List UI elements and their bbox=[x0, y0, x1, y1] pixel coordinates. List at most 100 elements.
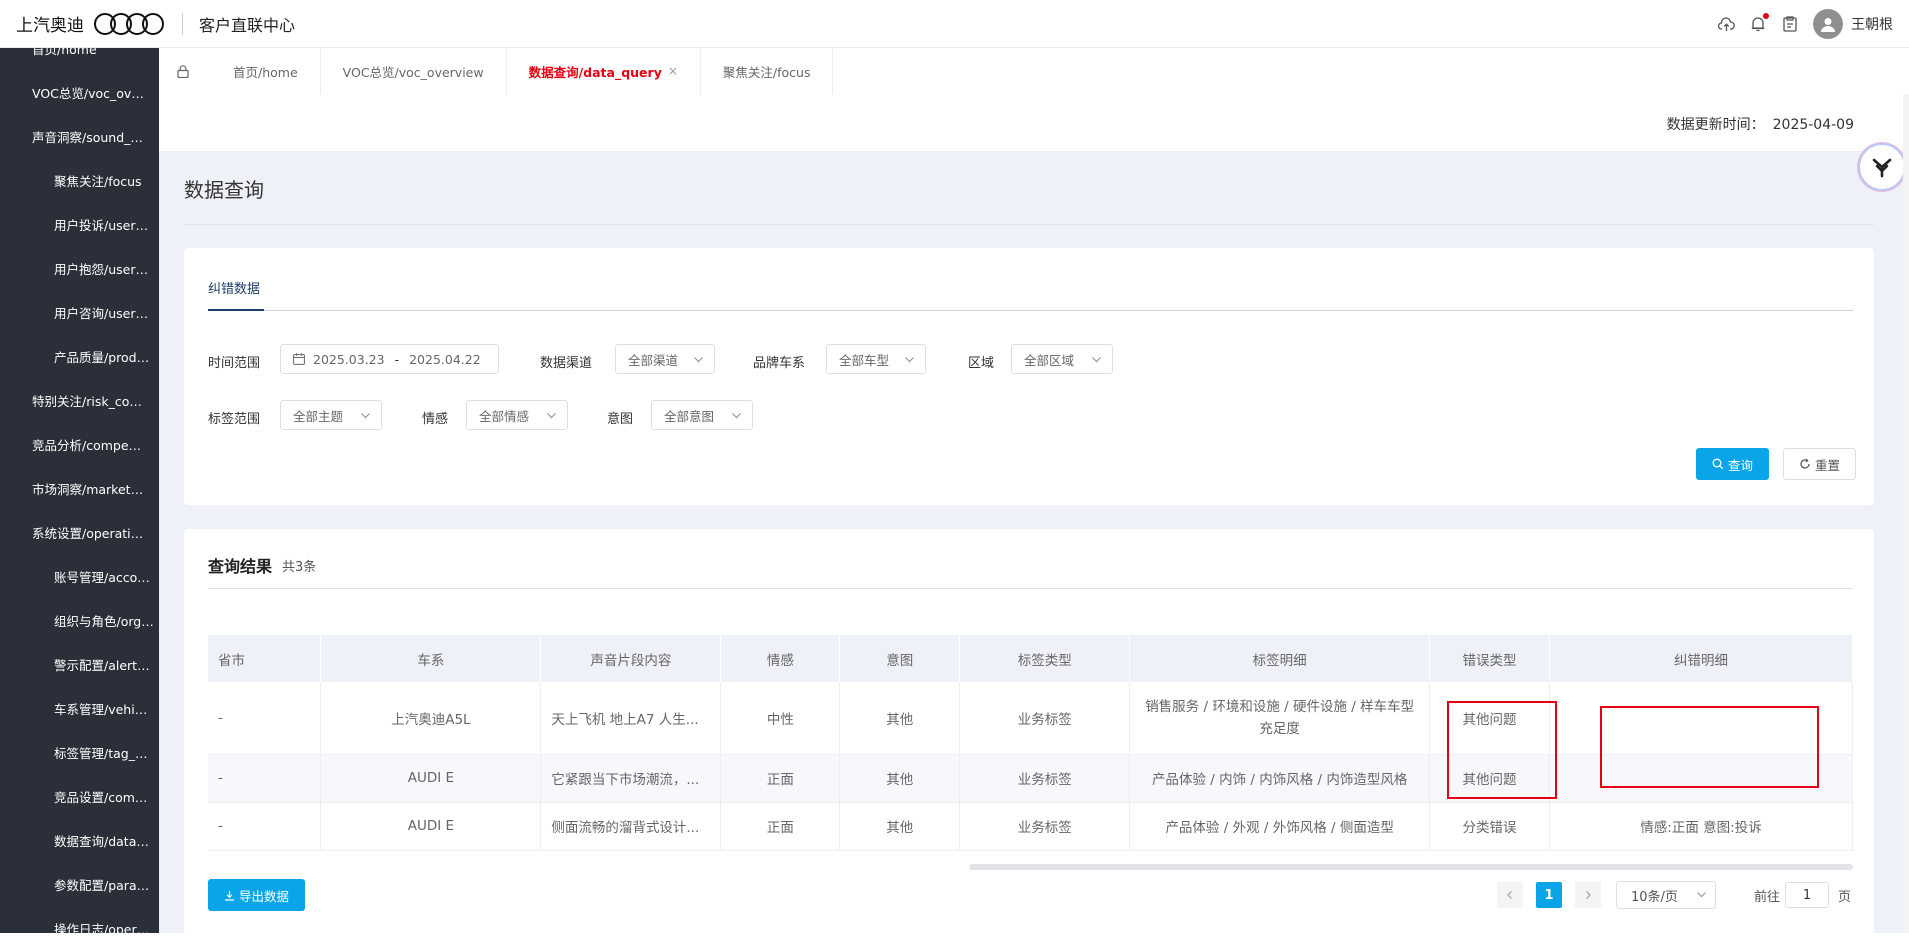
user-avatar-icon[interactable] bbox=[1813, 9, 1843, 39]
region-label: 区域 bbox=[968, 356, 995, 371]
table-horizontal-scrollbar[interactable] bbox=[969, 864, 1853, 870]
tabs-bar: 首页/home VOC总览/voc_overview 数据查询/data_que… bbox=[159, 48, 1909, 94]
bell-icon[interactable] bbox=[1749, 13, 1769, 33]
tag-range-select[interactable]: 全部主题 bbox=[280, 400, 382, 430]
region-select[interactable]: 全部区域 bbox=[1011, 344, 1113, 374]
col-header-content[interactable]: 声音片段内容 bbox=[540, 635, 722, 682]
sidebar-item-alert-config[interactable]: 警示配置/alert_config bbox=[0, 642, 159, 686]
col-header-emotion[interactable]: 情感 bbox=[720, 635, 841, 682]
sidebar-item-operation-setting[interactable]: 系统设置/operation_setting bbox=[0, 510, 159, 554]
refresh-icon bbox=[1800, 458, 1810, 469]
update-time-value: 2025-04-09 bbox=[1772, 117, 1854, 133]
col-header-series[interactable]: 车系 bbox=[320, 635, 542, 682]
brand-name: 上汽奥迪 bbox=[16, 16, 84, 36]
app-title: 客户直联中心 bbox=[199, 15, 296, 35]
sidebar-item-focus[interactable]: 聚焦关注/focus bbox=[0, 158, 159, 202]
user-name[interactable]: 王朝根 bbox=[1851, 14, 1893, 34]
header-divider bbox=[182, 12, 183, 35]
tab-voc-overview[interactable]: VOC总览/voc_overview bbox=[319, 48, 506, 94]
cell-tag-type: 业务标签 bbox=[959, 754, 1131, 803]
notification-dot bbox=[1763, 13, 1769, 19]
subtab-active-indicator bbox=[208, 309, 264, 311]
results-count: 共3条 bbox=[282, 560, 317, 575]
goto-label: 前往 bbox=[1754, 889, 1781, 905]
sidebar-item-param-config[interactable]: 参数配置/param_config bbox=[0, 862, 159, 906]
chevron-down-icon bbox=[693, 353, 704, 368]
channel-label: 数据渠道 bbox=[540, 356, 593, 371]
time-range-label: 时间范围 bbox=[208, 356, 261, 371]
sidebar-item-tag-manage[interactable]: 标签管理/tag_manage bbox=[0, 730, 159, 774]
cloud-upload-icon[interactable] bbox=[1717, 15, 1735, 33]
sidebar-item-home[interactable]: 首页/home bbox=[0, 48, 159, 70]
assistant-float-button[interactable] bbox=[1860, 145, 1904, 189]
query-button-label: 查询 bbox=[1727, 457, 1753, 473]
emotion-value: 全部情感 bbox=[479, 408, 530, 424]
cell-content[interactable]: 它紧跟当下市场潮流，... bbox=[540, 754, 722, 803]
lock-icon[interactable] bbox=[177, 64, 193, 78]
chevron-down-icon bbox=[360, 409, 371, 424]
channel-value: 全部渠道 bbox=[628, 352, 679, 368]
prev-page-button[interactable] bbox=[1497, 882, 1523, 908]
sidebar-item-account[interactable]: 账号管理/account bbox=[0, 554, 159, 598]
chevron-down-icon bbox=[1091, 353, 1102, 368]
sidebar-item-vehicle-series[interactable]: 车系管理/vehicle_series bbox=[0, 686, 159, 730]
col-header-province[interactable]: 省市 bbox=[208, 635, 322, 682]
col-header-tag-type[interactable]: 标签类型 bbox=[959, 635, 1131, 682]
date-start: 2025.03.23 bbox=[313, 351, 385, 367]
top-header: 上汽奥迪 客户直联中心 王朝根 bbox=[0, 0, 1909, 48]
table-row[interactable]: - AUDI E 侧面流畅的溜背式设计... 正面 其他 业务标签 产品体验 /… bbox=[208, 802, 1853, 851]
export-button[interactable]: 导出数据 bbox=[208, 879, 305, 911]
intent-select[interactable]: 全部意图 bbox=[651, 400, 753, 430]
cell-tag-detail: 产品体验 / 内饰 / 内饰风格 / 内饰造型风格 bbox=[1129, 754, 1431, 803]
sidebar-item-product-quality[interactable]: 产品质量/product_quality bbox=[0, 334, 159, 378]
sidebar-item-sound-insight[interactable]: 声音洞察/sound_insight bbox=[0, 114, 159, 158]
title-divider bbox=[184, 224, 1874, 225]
tab-home[interactable]: 首页/home bbox=[211, 48, 320, 94]
cell-series: 上汽奥迪A5L bbox=[320, 682, 542, 755]
page-vertical-scrollbar[interactable] bbox=[1903, 94, 1909, 933]
close-icon[interactable]: × bbox=[668, 64, 678, 78]
tab-data-query[interactable]: 数据查询/data_query × bbox=[505, 48, 700, 94]
cell-emotion: 中性 bbox=[720, 682, 841, 755]
cell-content[interactable]: 侧面流畅的溜背式设计... bbox=[540, 802, 722, 851]
page-number-current[interactable]: 1 bbox=[1536, 882, 1562, 908]
next-page-button[interactable] bbox=[1575, 882, 1601, 908]
cell-tag-type: 业务标签 bbox=[959, 682, 1131, 755]
reset-button[interactable]: 重置 bbox=[1783, 448, 1856, 480]
chevron-down-icon bbox=[1696, 889, 1707, 904]
col-header-tag-detail[interactable]: 标签明细 bbox=[1129, 635, 1431, 682]
sidebar-item-competitor[interactable]: 竞品设置/competitor bbox=[0, 774, 159, 818]
query-button[interactable]: 查询 bbox=[1696, 448, 1769, 480]
brand-series-label: 品牌车系 bbox=[753, 356, 806, 371]
col-header-error-type[interactable]: 错误类型 bbox=[1429, 635, 1551, 682]
sidebar-item-data-query[interactable]: 数据查询/data_query bbox=[0, 818, 159, 862]
filter-card: 纠错数据 时间范围 2025.03.23 - 2025.04.22 数据渠道 全… bbox=[184, 248, 1874, 505]
main-content: 数据查询 纠错数据 时间范围 2025.03.23 - 2025.04.22 数… bbox=[159, 152, 1909, 949]
sidebar-item-competition[interactable]: 竞品分析/competition bbox=[0, 422, 159, 466]
sidebar-item-risk-control[interactable]: 特别关注/risk_control bbox=[0, 378, 159, 422]
brand-series-select[interactable]: 全部车型 bbox=[826, 344, 926, 374]
highlight-box-correction bbox=[1600, 706, 1819, 788]
col-header-correction[interactable]: 纠错明细 bbox=[1549, 635, 1853, 682]
subtab-correction-data[interactable]: 纠错数据 bbox=[208, 278, 260, 297]
page-title: 数据查询 bbox=[184, 178, 264, 202]
sidebar-item-user-consult[interactable]: 用户咨询/user_consult bbox=[0, 290, 159, 334]
emotion-select[interactable]: 全部情感 bbox=[466, 400, 568, 430]
tab-focus[interactable]: 聚焦关注/focus bbox=[699, 48, 834, 94]
cell-content[interactable]: 天上飞机 地上A7 人生... bbox=[540, 682, 722, 755]
goto-page-input[interactable]: 1 bbox=[1785, 882, 1829, 908]
sidebar-item-user-grumble[interactable]: 用户抱怨/user_grumble bbox=[0, 246, 159, 290]
clipboard-icon[interactable] bbox=[1781, 15, 1799, 33]
sidebar-item-organization[interactable]: 组织与角色/organization bbox=[0, 598, 159, 642]
channel-select[interactable]: 全部渠道 bbox=[615, 344, 715, 374]
chevron-down-icon bbox=[904, 353, 915, 368]
chevron-right-icon bbox=[1586, 891, 1591, 899]
sidebar-item-user-complaint[interactable]: 用户投诉/user_complaint bbox=[0, 202, 159, 246]
sidebar-item-operation-log[interactable]: 操作日志/operation_log bbox=[0, 906, 159, 934]
date-separator: - bbox=[394, 351, 400, 367]
col-header-intent[interactable]: 意图 bbox=[839, 635, 961, 682]
date-range-picker[interactable]: 2025.03.23 - 2025.04.22 bbox=[280, 344, 499, 374]
sidebar-item-market-insight[interactable]: 市场洞察/market_insight bbox=[0, 466, 159, 510]
page-size-select[interactable]: 10条/页 bbox=[1616, 881, 1716, 909]
sidebar-item-voc-overview[interactable]: VOC总览/voc_overview bbox=[0, 70, 159, 114]
